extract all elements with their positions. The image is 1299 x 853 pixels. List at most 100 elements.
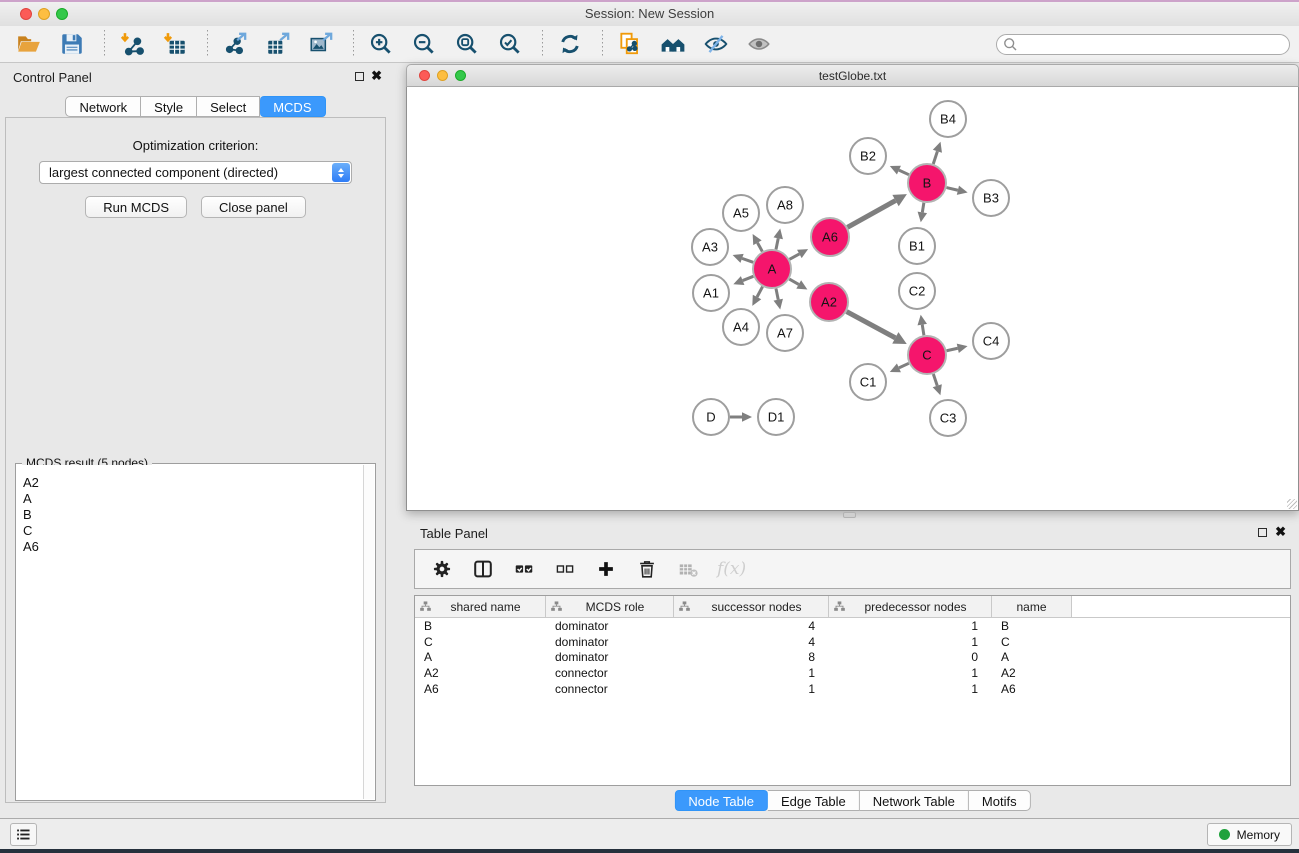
select-all-rows-button[interactable] [512, 557, 536, 581]
column-header-MCDS-role[interactable]: MCDS role [546, 596, 674, 617]
mcds-result-list[interactable]: A2ABCA6 [17, 465, 363, 799]
graph-edge-A2-C[interactable] [847, 312, 896, 338]
clone-network-button[interactable] [616, 30, 644, 58]
show-eye-button[interactable] [745, 30, 773, 58]
column-header-shared-name[interactable]: shared name [415, 596, 546, 617]
mcds-result-item[interactable]: B [23, 507, 363, 523]
graph-edge-C-C3[interactable] [933, 374, 937, 386]
graph-node-B4[interactable]: B4 [930, 101, 966, 137]
graph-node-B2[interactable]: B2 [850, 138, 886, 174]
network-window-titlebar[interactable]: testGlobe.txt [406, 64, 1299, 87]
graph-edge-C-C1[interactable] [899, 363, 909, 368]
graph-node-C2[interactable]: C2 [899, 273, 935, 309]
float-panel-icon[interactable] [355, 72, 364, 81]
apply-layout-button[interactable] [556, 30, 584, 58]
titlebar[interactable]: Session: New Session [0, 2, 1299, 26]
table-row[interactable]: Adominator80A [415, 649, 1290, 665]
split-divider-handle[interactable] [843, 512, 856, 518]
graph-node-A6[interactable]: A6 [811, 218, 849, 256]
graph-node-B1[interactable]: B1 [899, 228, 935, 264]
table-tab-motifs[interactable]: Motifs [969, 790, 1031, 811]
table-float-panel-icon[interactable] [1258, 528, 1267, 537]
delete-columns-button[interactable] [635, 557, 659, 581]
memory-button[interactable]: Memory [1207, 823, 1292, 846]
export-image-button[interactable] [307, 30, 335, 58]
mcds-result-item[interactable]: A [23, 491, 363, 507]
import-table-button[interactable] [161, 30, 189, 58]
hide-eye-button[interactable] [702, 30, 730, 58]
import-network-button[interactable] [118, 30, 146, 58]
graph-edge-A-A4[interactable] [757, 287, 763, 297]
graph-edge-B-B1[interactable] [922, 203, 924, 213]
table-tab-node-table[interactable]: Node Table [674, 790, 768, 811]
export-table-button[interactable] [264, 30, 292, 58]
graph-node-C4[interactable]: C4 [973, 323, 1009, 359]
graph-node-D[interactable]: D [693, 399, 729, 435]
table-tab-edge-table[interactable]: Edge Table [768, 790, 860, 811]
graph-edge-C-C4[interactable] [947, 348, 958, 350]
graph-edge-B-B2[interactable] [899, 170, 909, 175]
node-table[interactable]: shared nameMCDS rolesuccessor nodesprede… [414, 595, 1291, 786]
resize-grip-icon[interactable] [1287, 499, 1297, 509]
table-row[interactable]: A2connector11A2 [415, 665, 1290, 681]
mcds-result-item[interactable]: C [23, 523, 363, 539]
tab-mcds[interactable]: MCDS [260, 96, 325, 117]
optimization-criterion-dropdown[interactable]: largest connected component (directed) [39, 161, 352, 184]
graph-edge-B-B4[interactable] [933, 151, 937, 164]
graph-edge-A6-B[interactable] [847, 201, 895, 228]
column-header-successor-nodes[interactable]: successor nodes [674, 596, 829, 617]
graph-node-C[interactable]: C [908, 336, 946, 374]
run-mcds-button[interactable]: Run MCDS [85, 196, 187, 218]
show-columns-button[interactable] [471, 557, 495, 581]
add-column-button[interactable] [594, 557, 618, 581]
graph-node-A4[interactable]: A4 [723, 309, 759, 345]
table-tab-network-table[interactable]: Network Table [860, 790, 969, 811]
graph-node-A2[interactable]: A2 [810, 283, 848, 321]
tab-select[interactable]: Select [197, 96, 260, 117]
close-panel-button[interactable]: Close panel [201, 196, 306, 218]
graph-edge-A-A8[interactable] [776, 238, 778, 249]
graph-node-C3[interactable]: C3 [930, 400, 966, 436]
graph-node-A[interactable]: A [753, 250, 791, 288]
mcds-result-item[interactable]: A2 [23, 475, 363, 491]
graph-node-A8[interactable]: A8 [767, 187, 803, 223]
graph-edge-A-A6[interactable] [790, 254, 800, 259]
graph-node-A1[interactable]: A1 [693, 275, 729, 311]
show-home-button[interactable] [659, 30, 687, 58]
zoom-selected-button[interactable] [496, 30, 524, 58]
mcds-result-item[interactable]: A6 [23, 539, 363, 555]
graph-edge-A-A3[interactable] [742, 258, 753, 262]
deselect-all-rows-button[interactable] [553, 557, 577, 581]
table-row[interactable]: A6connector11A6 [415, 681, 1290, 697]
zoom-in-button[interactable] [367, 30, 395, 58]
graph-node-B3[interactable]: B3 [973, 180, 1009, 216]
table-close-panel-icon[interactable]: ✖ [1275, 524, 1286, 540]
zoom-out-button[interactable] [410, 30, 438, 58]
tab-style[interactable]: Style [141, 96, 197, 117]
export-network-button[interactable] [221, 30, 249, 58]
search-input[interactable] [996, 34, 1290, 55]
graph-node-B[interactable]: B [908, 164, 946, 202]
graph-edge-C-C2[interactable] [922, 325, 924, 336]
open-session-button[interactable] [15, 30, 43, 58]
close-panel-icon[interactable]: ✖ [371, 68, 382, 84]
column-header-name[interactable]: name [992, 596, 1072, 617]
graph-node-A7[interactable]: A7 [767, 315, 803, 351]
save-session-button[interactable] [58, 30, 86, 58]
graph-edge-A-A2[interactable] [789, 279, 798, 284]
graph-node-A3[interactable]: A3 [692, 229, 728, 265]
network-graph[interactable]: AA1A2A3A4A5A6A7A8BB1B2B3B4CC1C2C3C4DD1 [407, 87, 1298, 510]
graph-node-A5[interactable]: A5 [723, 195, 759, 231]
tab-network[interactable]: Network [65, 96, 141, 117]
table-row[interactable]: Bdominator41B [415, 618, 1290, 634]
column-header-predecessor-nodes[interactable]: predecessor nodes [829, 596, 992, 617]
table-settings-button[interactable] [430, 557, 454, 581]
task-history-button[interactable] [10, 823, 37, 846]
result-list-scrollbar[interactable] [363, 465, 374, 799]
table-row[interactable]: Cdominator41C [415, 634, 1290, 650]
graph-edge-B-B3[interactable] [946, 188, 957, 191]
network-canvas[interactable]: AA1A2A3A4A5A6A7A8BB1B2B3B4CC1C2C3C4DD1 [406, 87, 1299, 511]
graph-edge-A-A5[interactable] [757, 243, 762, 252]
zoom-fit-button[interactable] [453, 30, 481, 58]
graph-node-C1[interactable]: C1 [850, 364, 886, 400]
